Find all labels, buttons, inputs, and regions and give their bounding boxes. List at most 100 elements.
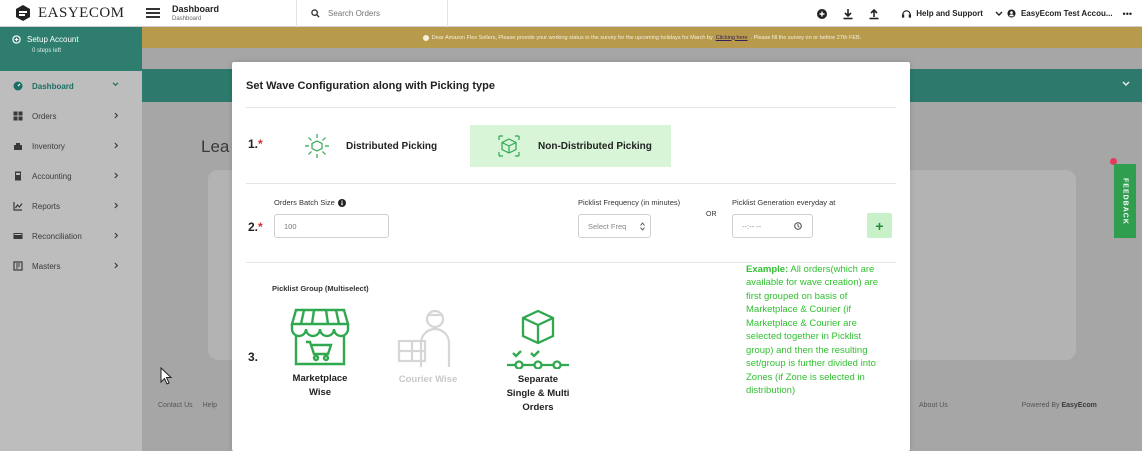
- frequency-label: Picklist Frequency (in minutes): [578, 198, 681, 207]
- group-label-line3: Orders: [522, 401, 554, 413]
- announcement-banner: Dear Amazon Flex Sellers, Please provide…: [142, 27, 1142, 48]
- sidebar-item-label: Accounting: [32, 171, 72, 181]
- sidebar-item-accounting[interactable]: Accounting: [0, 161, 142, 191]
- sidebar-item-masters[interactable]: Masters: [0, 251, 142, 281]
- sidebar-item-reconciliation[interactable]: Reconciliation: [0, 221, 142, 251]
- package-sequence-icon: [507, 309, 569, 369]
- add-schedule-button[interactable]: +: [867, 213, 892, 238]
- sidebar-item-orders[interactable]: Orders: [0, 101, 142, 131]
- page-title-partial: Lea: [201, 137, 230, 156]
- example-title: Example:: [746, 264, 789, 275]
- generation-time-value: --:-- --: [742, 221, 762, 231]
- group-label-line2: Single & Multi: [506, 387, 570, 399]
- step-2-label: 2.*: [248, 220, 263, 234]
- sidebar-item-label: Orders: [32, 111, 57, 121]
- clock-icon: [794, 222, 802, 230]
- feedback-tab[interactable]: FEEDBACK: [1114, 164, 1136, 238]
- chevron-right-icon: [114, 112, 119, 119]
- generation-time-field[interactable]: --:-- --: [732, 214, 813, 238]
- footer-links: Contact Us Help: [158, 402, 225, 409]
- footer-help-link[interactable]: Help: [203, 402, 217, 409]
- group-courier-wise[interactable]: Courier Wise: [380, 307, 476, 387]
- search-input[interactable]: [328, 9, 428, 18]
- batch-size-field[interactable]: [274, 214, 389, 238]
- chevron-down-icon: [995, 11, 1003, 16]
- divider: [246, 107, 896, 108]
- picklist-group-label: Picklist Group (Multiselect): [272, 284, 369, 293]
- non-distributed-picking-label: Non-Distributed Picking: [538, 140, 652, 152]
- sidebar-item-inventory[interactable]: Inventory: [0, 131, 142, 161]
- group-marketplace-wise[interactable]: Marketplace Wise: [272, 304, 368, 400]
- group-label-line1: Separate: [517, 374, 559, 385]
- accounting-icon: [15, 171, 21, 181]
- distributed-picking-label: Distributed Picking: [346, 140, 438, 152]
- sidebar-item-label: Inventory: [32, 141, 65, 151]
- menu-toggle-icon[interactable]: [146, 6, 160, 20]
- frequency-select[interactable]: Select Freq: [578, 214, 651, 238]
- inventory-icon: [14, 143, 22, 150]
- masters-icon: [13, 261, 23, 271]
- step-3-label: 3.: [248, 350, 259, 364]
- chevron-right-icon: [114, 232, 119, 239]
- reconciliation-icon: [13, 233, 23, 239]
- example-explanation: Example: All orders(which are available …: [746, 263, 886, 398]
- setup-title: Setup Account: [27, 35, 79, 44]
- sidebar-item-reports[interactable]: Reports: [0, 191, 142, 221]
- breadcrumb-sub: Dashboard: [172, 15, 202, 22]
- or-separator: OR: [706, 211, 717, 218]
- footer-powered-by: Powered By: [1021, 402, 1060, 409]
- wave-configuration-modal: Set Wave Configuration along with Pickin…: [232, 62, 910, 451]
- chevron-right-icon: [114, 262, 119, 269]
- help-label: Help and Support: [916, 9, 983, 18]
- courier-delivery-icon: [397, 309, 451, 367]
- sidebar: Setup Account 0 steps left Dashboard Ord…: [0, 27, 142, 451]
- distributed-picking-icon: [305, 134, 329, 158]
- group-single-multi-orders[interactable]: Separate Single & Multi Orders: [490, 309, 586, 414]
- frequency-select-value: Select Freq: [588, 221, 627, 231]
- search-icon: [311, 9, 320, 18]
- sidebar-item-label: Reports: [32, 201, 61, 211]
- chevron-right-icon: [114, 142, 119, 149]
- app-logo[interactable]: EASYECOM: [0, 0, 142, 27]
- divider: [246, 183, 896, 184]
- sidebar-item-label: Reconciliation: [32, 231, 82, 241]
- chevron-down-icon[interactable]: [1122, 81, 1130, 87]
- top-header: EASYECOM Dashboard Dashboard Help and Su…: [0, 0, 1142, 27]
- chevron-right-icon: [114, 172, 119, 179]
- sidebar-item-dashboard[interactable]: Dashboard: [0, 71, 142, 101]
- download-icon[interactable]: [841, 7, 855, 21]
- footer-contact-link[interactable]: Contact Us: [158, 402, 193, 409]
- select-arrows-icon: [640, 221, 645, 231]
- footer-right: About Us Powered By EasyEcom: [919, 402, 1097, 409]
- group-label-line1: Marketplace: [292, 373, 348, 384]
- info-icon: [422, 34, 429, 41]
- upload-icon[interactable]: [867, 7, 881, 21]
- batch-size-input[interactable]: [284, 221, 388, 231]
- headset-icon: [902, 9, 912, 18]
- easyecom-logo-icon: [16, 5, 30, 21]
- sidebar-item-label: Dashboard: [32, 81, 74, 91]
- add-circle-icon[interactable]: [815, 7, 829, 21]
- example-text: All orders(which are available for wave …: [746, 264, 879, 397]
- banner-survey-link[interactable]: Clicking here: [716, 35, 748, 41]
- search-box[interactable]: [296, 0, 448, 27]
- generation-time-label: Picklist Generation everyday at: [732, 198, 836, 207]
- chevron-right-icon: [114, 202, 119, 209]
- group-label-line2: Wise: [308, 386, 332, 398]
- setup-account-panel[interactable]: Setup Account 0 steps left: [0, 27, 142, 71]
- non-distributed-picking-icon: [498, 135, 520, 157]
- breadcrumb: Dashboard Dashboard: [172, 3, 294, 22]
- banner-text-after: . Please fill the survey on or before 27…: [750, 34, 862, 41]
- setup-steps-left: 0 steps left: [32, 48, 62, 54]
- breadcrumb-title: Dashboard: [172, 3, 220, 14]
- batch-size-label: Orders Batch Size: [274, 198, 346, 207]
- info-icon[interactable]: [337, 198, 346, 207]
- distributed-picking-option[interactable]: Distributed Picking: [290, 125, 460, 167]
- help-support-menu[interactable]: Help and Support: [901, 9, 1007, 19]
- footer-about-link[interactable]: About Us: [919, 402, 948, 409]
- step-1-label: 1.*: [248, 137, 263, 151]
- dashboard-icon: [13, 81, 23, 91]
- non-distributed-picking-option[interactable]: Non-Distributed Picking: [470, 125, 671, 167]
- account-menu[interactable]: EasyEcom Test Accou...: [1007, 9, 1113, 18]
- more-options-icon[interactable]: •••: [1123, 9, 1132, 19]
